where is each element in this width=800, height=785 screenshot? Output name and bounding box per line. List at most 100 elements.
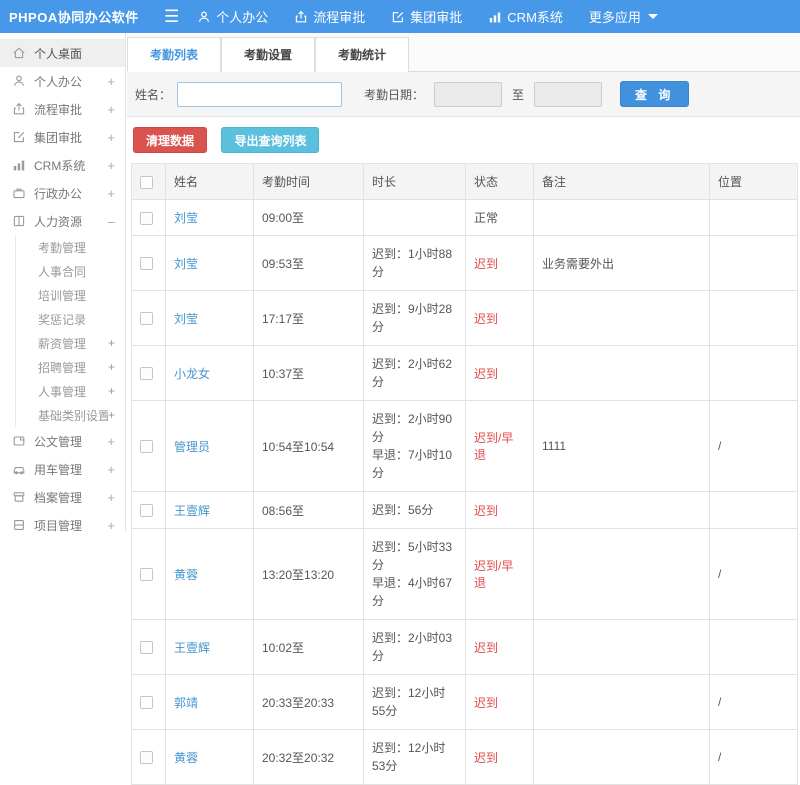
row-checkbox[interactable] <box>140 440 153 454</box>
sidebar-item-crm[interactable]: CRM系统 + <box>0 151 125 179</box>
nav-item-workflow-approval[interactable]: 流程审批 <box>294 7 365 26</box>
row-checkbox[interactable] <box>140 504 153 518</box>
select-all-checkbox[interactable] <box>140 175 153 189</box>
to-label: 至 <box>512 87 525 102</box>
name-input[interactable] <box>177 81 343 107</box>
employee-name-link[interactable]: 黄蓉 <box>174 568 198 582</box>
expand-plus-icon[interactable]: + <box>107 490 115 505</box>
clean-data-button[interactable]: 清理数据 <box>133 127 208 153</box>
date-to-input[interactable] <box>534 81 603 107</box>
employee-name-link[interactable]: 小龙女 <box>174 367 210 381</box>
sidebar-item-workflow-approval[interactable]: 流程审批 + <box>0 95 125 123</box>
table-header-row: 姓名 考勤时间 时长 状态 备注 位置 <box>131 163 798 200</box>
nav-item-label: 更多应用 <box>588 10 641 25</box>
expand-plus-icon[interactable]: + <box>107 518 115 533</box>
tab-attendance-settings[interactable]: 考勤设置 <box>221 37 316 72</box>
sidebar-subitem-training[interactable]: 培训管理 <box>16 283 125 307</box>
home-icon <box>12 46 26 60</box>
sidebar-subitem-attendance[interactable]: 考勤管理 <box>16 235 125 259</box>
row-checkbox[interactable] <box>140 367 153 381</box>
nav-item-crm[interactable]: CRM系统 <box>488 7 563 26</box>
date-from-input[interactable] <box>434 81 503 107</box>
user-icon <box>12 74 26 88</box>
bar-chart-icon <box>12 158 26 172</box>
row-checkbox[interactable] <box>140 696 153 710</box>
sidebar-item-label: 用车管理 <box>34 462 83 477</box>
top-navbar: PHPOA协同办公软件 ☰ 个人办公 流程审批 集团审批 CRM系统 更多应用 <box>0 0 800 33</box>
sidebar-item-personal-office[interactable]: 个人办公 + <box>0 67 125 95</box>
employee-name-link[interactable]: 王壹辉 <box>174 641 210 655</box>
hamburger-icon[interactable]: ☰ <box>164 7 179 27</box>
sidebar-subitem-base-category[interactable]: 基础类别设置 + <box>16 403 125 427</box>
expand-plus-icon[interactable]: + <box>107 186 115 201</box>
sidebar-item-documents[interactable]: 公文管理 + <box>0 427 125 455</box>
employee-name-link[interactable]: 管理员 <box>174 440 210 454</box>
expand-plus-icon[interactable]: + <box>107 102 115 117</box>
workflow-icon <box>294 10 308 24</box>
sidebar-item-group-approval[interactable]: 集团审批 + <box>0 123 125 151</box>
employee-name-link[interactable]: 刘莹 <box>174 211 198 225</box>
sidebar-item-projects[interactable]: 项目管理 + <box>0 511 125 539</box>
expand-plus-icon[interactable]: + <box>107 434 115 449</box>
row-checkbox[interactable] <box>140 211 153 225</box>
nav-item-more-apps[interactable]: 更多应用 <box>589 7 658 26</box>
employee-name-link[interactable]: 黄蓉 <box>174 751 198 765</box>
row-checkbox[interactable] <box>140 568 153 582</box>
book-icon <box>12 214 26 228</box>
action-bar: 清理数据 导出查询列表 <box>127 117 800 163</box>
expand-plus-icon[interactable]: + <box>107 130 115 145</box>
header-location: 位置 <box>709 163 798 200</box>
briefcase-icon <box>12 186 26 200</box>
status-badge: 迟到 <box>465 729 534 785</box>
attendance-table: 姓名 考勤时间 时长 状态 备注 位置 刘莹 09:00至 正常 刘莹 09:5… <box>131 163 798 785</box>
sidebar-item-label: 项目管理 <box>34 518 83 533</box>
sidebar-subitem-salary[interactable]: 薪资管理 + <box>16 331 125 355</box>
nav-item-group-approval[interactable]: 集团审批 <box>391 7 462 26</box>
table-row: 王壹辉 08:56至 迟到：56分 迟到 <box>131 491 798 529</box>
sidebar-subitem-personnel[interactable]: 人事管理 + <box>16 379 125 403</box>
row-checkbox[interactable] <box>140 257 153 271</box>
expand-plus-icon[interactable]: + <box>108 336 115 350</box>
table-row: 刘莹 09:00至 正常 <box>131 199 798 236</box>
row-checkbox[interactable] <box>140 751 153 765</box>
collapse-minus-icon[interactable]: – <box>108 214 115 229</box>
employee-name-link[interactable]: 刘莹 <box>174 257 198 271</box>
name-label: 姓名： <box>135 87 172 102</box>
sidebar-item-label: 流程审批 <box>34 102 83 117</box>
sidebar-subitem-hr-contract[interactable]: 人事合同 <box>16 259 125 283</box>
expand-plus-icon[interactable]: + <box>107 74 115 89</box>
sidebar-item-label: 行政办公 <box>34 186 83 201</box>
sidebar-item-admin-office[interactable]: 行政办公 + <box>0 179 125 207</box>
employee-name-link[interactable]: 郭靖 <box>174 696 198 710</box>
table-row: 郭靖 20:33至20:33 迟到：12小时55分 迟到 / <box>131 674 798 730</box>
sidebar-item-hr[interactable]: 人力资源 – <box>0 207 125 235</box>
caret-down-icon <box>647 14 658 19</box>
tab-attendance-list[interactable]: 考勤列表 <box>127 37 222 72</box>
expand-plus-icon[interactable]: + <box>107 462 115 477</box>
status-badge: 迟到 <box>465 674 534 730</box>
expand-plus-icon[interactable]: + <box>107 158 115 173</box>
document-icon <box>12 434 26 448</box>
search-button[interactable]: 查 询 <box>620 81 690 107</box>
expand-plus-icon[interactable]: + <box>108 408 115 422</box>
nav-item-personal-office[interactable]: 个人办公 <box>197 7 268 26</box>
sidebar-item-archives[interactable]: 档案管理 + <box>0 483 125 511</box>
export-list-button[interactable]: 导出查询列表 <box>221 127 320 153</box>
row-checkbox[interactable] <box>140 312 153 326</box>
employee-name-link[interactable]: 王壹辉 <box>174 504 210 518</box>
employee-name-link[interactable]: 刘莹 <box>174 312 198 326</box>
header-time: 考勤时间 <box>253 163 364 200</box>
attendance-date-label: 考勤日期： <box>364 87 425 102</box>
sidebar-subitem-rewards[interactable]: 奖惩记录 <box>16 307 125 331</box>
expand-plus-icon[interactable]: + <box>108 360 115 374</box>
sidebar-item-personal-desktop[interactable]: 个人桌面 <box>0 39 125 67</box>
status-badge: 迟到 <box>465 491 534 529</box>
header-remark: 备注 <box>533 163 710 200</box>
sidebar-item-vehicles[interactable]: 用车管理 + <box>0 455 125 483</box>
sidebar-subitem-recruit[interactable]: 招聘管理 + <box>16 355 125 379</box>
expand-plus-icon[interactable]: + <box>108 384 115 398</box>
car-icon <box>12 462 26 476</box>
row-checkbox[interactable] <box>140 641 153 655</box>
approval-icon <box>391 10 405 24</box>
tab-attendance-stats[interactable]: 考勤统计 <box>315 37 410 72</box>
